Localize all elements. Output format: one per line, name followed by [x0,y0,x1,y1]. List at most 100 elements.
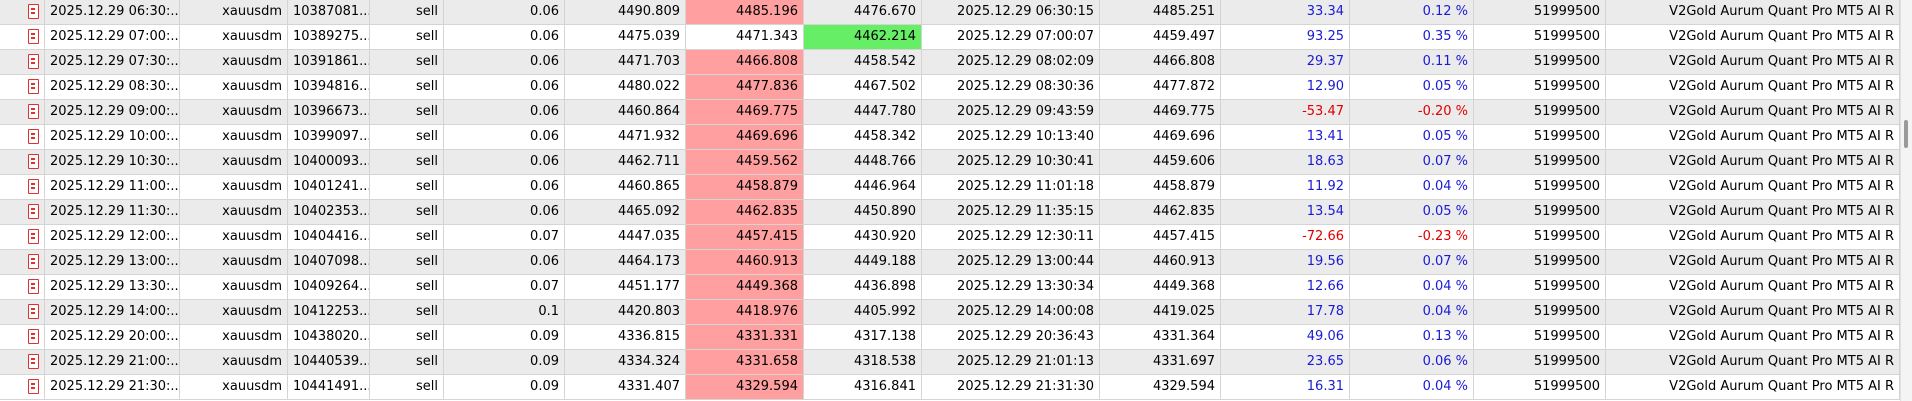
close-price-cell: 4329.594 [1100,375,1221,399]
take-profit-cell: 4449.188 [804,250,922,274]
change-percent-cell: 0.35 % [1350,25,1474,49]
ticket-cell: 10412253... [288,300,370,324]
open-price-cell: 4447.035 [565,225,686,249]
volume-cell: 0.09 [444,325,565,349]
table-row[interactable]: 2025.12.29 07:00:... xauusdm 10389275... se… [0,25,1900,50]
ticket-cell: 10391861... [288,50,370,74]
open-price-cell: 4471.703 [565,50,686,74]
table-row[interactable]: 2025.12.29 09:00:... xauusdm 10396673... se… [0,100,1900,125]
table-row[interactable]: 2025.12.29 21:30:... xauusdm 10441491... se… [0,375,1900,400]
close-time-cell: 2025.12.29 10:13:40 [922,125,1100,149]
close-time-cell: 2025.12.29 21:01:13 [922,350,1100,374]
row-icon-cell [0,125,45,149]
ticket-cell: 10394816... [288,75,370,99]
close-time-cell: 2025.12.29 12:30:11 [922,225,1100,249]
close-time-cell: 2025.12.29 21:31:30 [922,375,1100,399]
take-profit-cell: 4458.342 [804,125,922,149]
table-row[interactable]: 2025.12.29 08:30:... xauusdm 10394816... se… [0,75,1900,100]
open-price-cell: 4420.803 [565,300,686,324]
take-profit-cell: 4317.138 [804,325,922,349]
document-icon [28,229,39,244]
profit-cell: 13.41 [1221,125,1350,149]
stop-loss-cell: 4471.343 [686,25,804,49]
magic-number-cell: 51999500 [1474,0,1606,24]
open-price-cell: 4336.815 [565,325,686,349]
change-percent-cell: -0.20 % [1350,100,1474,124]
volume-cell: 0.06 [444,25,565,49]
table-row[interactable]: 2025.12.29 20:00:... xauusdm 10438020... se… [0,325,1900,350]
magic-number-cell: 51999500 [1474,225,1606,249]
ticket-cell: 10404416... [288,225,370,249]
table-row[interactable]: 2025.12.29 21:00:... xauusdm 10440539... se… [0,350,1900,375]
profit-cell: 93.25 [1221,25,1350,49]
comment-cell: V2Gold Aurum Quant Pro MT5 AI R [1606,75,1900,99]
ticket-cell: 10402353... [288,200,370,224]
row-icon-cell [0,175,45,199]
volume-cell: 0.06 [444,0,565,24]
open-time-cell: 2025.12.29 10:30:... [45,150,180,174]
table-row[interactable]: 2025.12.29 10:00:... xauusdm 10399097... se… [0,125,1900,150]
table-row[interactable]: 2025.12.29 10:30:... xauusdm 10400093... se… [0,150,1900,175]
change-percent-cell: 0.05 % [1350,75,1474,99]
magic-number-cell: 51999500 [1474,25,1606,49]
symbol-cell: xauusdm [180,300,288,324]
comment-cell: V2Gold Aurum Quant Pro MT5 AI R [1606,275,1900,299]
open-time-cell: 2025.12.29 11:00:... [45,175,180,199]
profit-cell: 23.65 [1221,350,1350,374]
type-cell: sell [370,50,444,74]
stop-loss-cell: 4458.879 [686,175,804,199]
table-row[interactable]: 2025.12.29 07:30:... xauusdm 10391861... se… [0,50,1900,75]
change-percent-cell: 0.07 % [1350,250,1474,274]
volume-cell: 0.09 [444,350,565,374]
take-profit-cell: 4450.890 [804,200,922,224]
row-icon-cell [0,200,45,224]
open-price-cell: 4471.932 [565,125,686,149]
open-time-cell: 2025.12.29 14:00:... [45,300,180,324]
symbol-cell: xauusdm [180,25,288,49]
table-row[interactable]: 2025.12.29 11:30:... xauusdm 10402353... se… [0,200,1900,225]
open-price-cell: 4480.022 [565,75,686,99]
stop-loss-cell: 4457.415 [686,225,804,249]
change-percent-cell: 0.13 % [1350,325,1474,349]
close-price-cell: 4485.251 [1100,0,1221,24]
take-profit-cell: 4316.841 [804,375,922,399]
change-percent-cell: 0.04 % [1350,175,1474,199]
close-time-cell: 2025.12.29 13:00:44 [922,250,1100,274]
close-price-cell: 4469.696 [1100,125,1221,149]
magic-number-cell: 51999500 [1474,275,1606,299]
table-row[interactable]: 2025.12.29 11:00:... xauusdm 10401241... se… [0,175,1900,200]
vertical-scrollbar[interactable] [1900,0,1912,401]
volume-cell: 0.07 [444,225,565,249]
open-price-cell: 4465.092 [565,200,686,224]
open-price-cell: 4464.173 [565,250,686,274]
take-profit-cell: 4318.538 [804,350,922,374]
table-row[interactable]: 2025.12.29 13:00:... xauusdm 10407098... se… [0,250,1900,275]
symbol-cell: xauusdm [180,350,288,374]
stop-loss-cell: 4462.835 [686,200,804,224]
magic-number-cell: 51999500 [1474,350,1606,374]
table-row[interactable]: 2025.12.29 14:00:... xauusdm 10412253... se… [0,300,1900,325]
scrollbar-thumb[interactable] [1904,120,1908,148]
row-icon-cell [0,150,45,174]
close-price-cell: 4460.913 [1100,250,1221,274]
magic-number-cell: 51999500 [1474,250,1606,274]
close-time-cell: 2025.12.29 06:30:15 [922,0,1100,24]
open-time-cell: 2025.12.29 20:00:... [45,325,180,349]
table-row[interactable]: 2025.12.29 13:30:... xauusdm 10409264... se… [0,275,1900,300]
document-icon [28,154,39,169]
document-icon [28,379,39,394]
comment-cell: V2Gold Aurum Quant Pro MT5 AI R [1606,150,1900,174]
table-row[interactable]: 2025.12.29 06:30:... xauusdm 10387081... se… [0,0,1900,25]
open-time-cell: 2025.12.29 07:00:... [45,25,180,49]
table-row[interactable]: 2025.12.29 12:00:... xauusdm 10404416... se… [0,225,1900,250]
type-cell: sell [370,325,444,349]
stop-loss-cell: 4466.808 [686,50,804,74]
document-icon [28,104,39,119]
open-time-cell: 2025.12.29 08:30:... [45,75,180,99]
close-price-cell: 4466.808 [1100,50,1221,74]
open-time-cell: 2025.12.29 12:00:... [45,225,180,249]
close-price-cell: 4331.697 [1100,350,1221,374]
symbol-cell: xauusdm [180,325,288,349]
close-price-cell: 4469.775 [1100,100,1221,124]
ticket-cell: 10389275... [288,25,370,49]
